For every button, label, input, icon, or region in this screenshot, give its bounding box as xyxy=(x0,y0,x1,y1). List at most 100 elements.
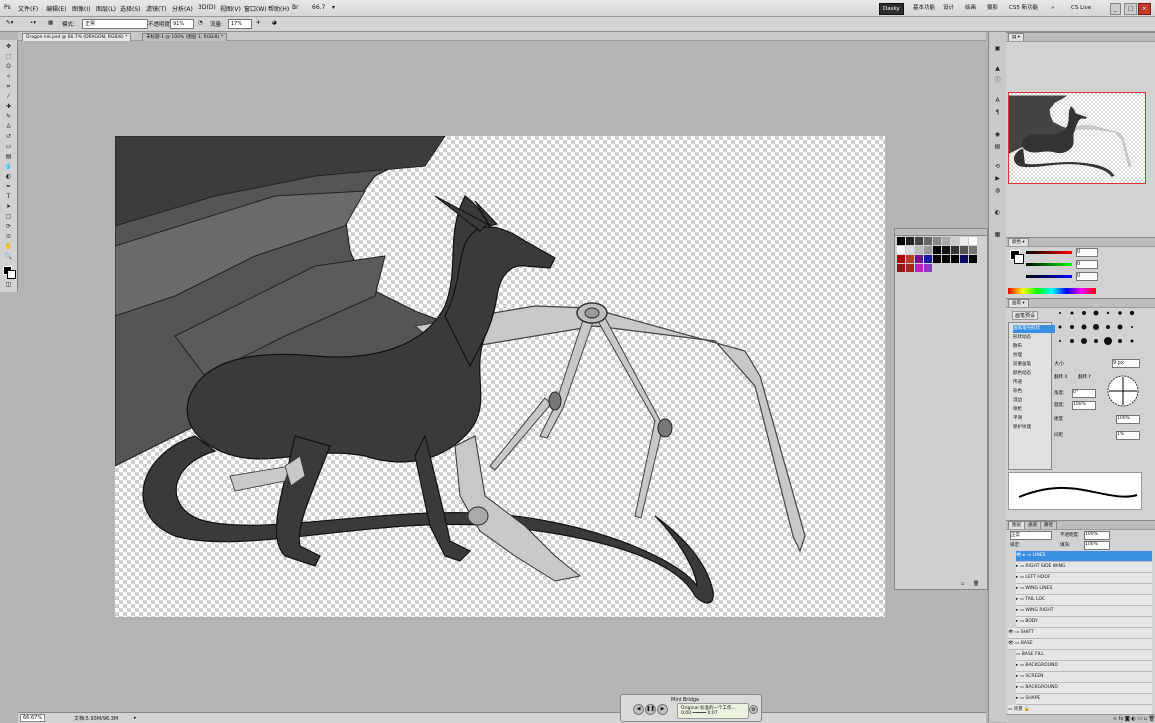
layer-group-icon[interactable]: ▸ ▭ xyxy=(1016,608,1025,613)
type-tool-icon[interactable]: T xyxy=(4,192,13,201)
link-layers-icon[interactable]: ∞ xyxy=(1113,716,1117,722)
navigator-tab[interactable]: ▤ ▾ xyxy=(1008,33,1024,41)
menu-select[interactable]: 选择(S) xyxy=(120,4,141,13)
layer-row[interactable]: ▸ ▭ LEFT HOOF xyxy=(1016,573,1152,584)
layer-opacity-value[interactable]: 100% xyxy=(1084,531,1110,540)
brush-protect-texture[interactable]: 保护纹理 xyxy=(1013,424,1055,432)
layer-row[interactable]: ▸ ▭ BACKGROUND xyxy=(1016,661,1152,672)
color-tab[interactable]: 颜色 ▾ xyxy=(1008,238,1029,246)
crop-tool-icon[interactable]: ⌗ xyxy=(4,82,13,91)
pause-icon[interactable]: ❚❚ xyxy=(645,704,656,715)
fill-value[interactable]: 100% xyxy=(1084,541,1110,550)
mode-select[interactable]: 正常 xyxy=(82,19,148,29)
layer-blend-mode-select[interactable]: 正常 xyxy=(1010,531,1052,540)
paths-tab[interactable]: 路径 xyxy=(1040,521,1057,529)
histogram-icon[interactable]: ▲ xyxy=(993,64,1002,73)
layer-visibility-icon[interactable]: 👁 ▭ xyxy=(1008,641,1021,646)
new-group-icon[interactable]: ▭ xyxy=(1137,716,1142,722)
eraser-tool-icon[interactable]: ▭ xyxy=(4,142,13,151)
history-icon[interactable]: ⟲ xyxy=(993,162,1002,171)
brush-transfer[interactable]: 传递 xyxy=(1013,379,1055,387)
brush-tip-grid[interactable] xyxy=(1054,308,1142,354)
brush-noise[interactable]: 杂色 xyxy=(1013,388,1055,396)
red-value[interactable]: 0 xyxy=(1076,248,1098,257)
paragraph-icon[interactable]: ¶ xyxy=(993,108,1002,117)
document-canvas[interactable] xyxy=(114,135,885,617)
blur-tool-icon[interactable]: 💧 xyxy=(4,162,13,171)
airbrush-icon[interactable]: ✈ xyxy=(256,20,261,26)
layer-row[interactable]: ▸ ▭ WING LINES xyxy=(1016,584,1152,595)
background-color-swatch[interactable] xyxy=(7,270,16,279)
next-icon[interactable]: ▶ xyxy=(657,704,668,715)
brush-smoothing[interactable]: 平滑 xyxy=(1013,415,1055,423)
history-brush-tool-icon[interactable]: ↺ xyxy=(4,132,13,141)
minimize-icon[interactable]: _ xyxy=(1110,3,1121,15)
navigator-panel-header[interactable]: ▤ ▾ xyxy=(1006,32,1155,42)
brush-hardness-value[interactable]: 100% xyxy=(1116,415,1140,424)
layer-group-icon[interactable]: ▸ ▭ xyxy=(1016,663,1025,668)
previous-icon[interactable]: ◀ xyxy=(633,704,644,715)
player-settings-icon[interactable]: ⚙ xyxy=(749,705,758,714)
path-select-tool-icon[interactable]: ➤ xyxy=(4,202,13,211)
layer-group-icon[interactable]: ▸ ▭ xyxy=(1016,564,1025,569)
eyedropper-tool-icon[interactable]: ⁄ xyxy=(4,92,13,101)
layers-tab[interactable]: 图层 xyxy=(1008,521,1025,529)
opacity-input[interactable]: 91% xyxy=(170,19,194,29)
blue-slider[interactable] xyxy=(1026,275,1072,278)
navigator-preview[interactable] xyxy=(1008,92,1146,184)
dodge-tool-icon[interactable]: ◐ xyxy=(4,172,13,181)
menu-filter[interactable]: 滤镜(T) xyxy=(146,4,166,13)
layer-row[interactable]: ▸ ▭ TAIL LOC xyxy=(1016,595,1152,606)
menu-analysis[interactable]: 分析(A) xyxy=(172,4,193,13)
brush-wet-edges[interactable]: 湿边 xyxy=(1013,397,1055,405)
brush-spacing-value[interactable]: 1% xyxy=(1116,431,1140,440)
navigator-icon[interactable]: ▣ xyxy=(993,44,1002,53)
menu-file[interactable]: 文件(F) xyxy=(18,4,38,13)
doc-tab-inactive[interactable]: 未标题-1 @ 100% (图层 1, RGB/8) * xyxy=(142,33,228,41)
green-slider[interactable] xyxy=(1026,263,1072,266)
menu-layer[interactable]: 图层(L) xyxy=(96,4,116,13)
menu-image[interactable]: 图像(I) xyxy=(72,4,90,13)
workspace-essentials[interactable]: 基本功能 xyxy=(910,3,938,13)
brush-size-picker[interactable]: •▾ xyxy=(30,20,36,26)
workspace-design[interactable]: 设计 xyxy=(940,3,957,13)
restore-icon[interactable]: □ xyxy=(1124,3,1138,15)
character-icon[interactable]: A xyxy=(993,96,1002,105)
adjustment-layer-icon[interactable]: ◐ xyxy=(1131,716,1135,722)
layer-row[interactable]: 👁 ▭ BASE xyxy=(1008,639,1152,650)
clone-source-icon[interactable]: ◉ xyxy=(993,130,1002,139)
tool-presets-icon[interactable]: ▤ xyxy=(993,142,1002,151)
hand-tool-icon[interactable]: ✋ xyxy=(4,242,13,251)
swatch-grid[interactable] xyxy=(897,237,985,273)
workspace-dasky[interactable]: Dasky xyxy=(879,3,904,15)
workspace-more[interactable]: » xyxy=(1048,3,1057,13)
add-mask-icon[interactable]: ◙ xyxy=(1125,716,1130,722)
brush-tab[interactable]: 画笔 ▾ xyxy=(1008,299,1029,307)
delete-layer-icon[interactable]: 🗑 xyxy=(1149,716,1155,722)
flow-input[interactable]: 17% xyxy=(228,19,252,29)
brush-scattering[interactable]: 散布 xyxy=(1013,343,1055,351)
doc-tab-active[interactable]: Dragon Ink.psd @ 66.7% (DRAGON, RGB/8) * xyxy=(22,33,132,41)
brush-presets-button[interactable]: 画笔预设 xyxy=(1012,311,1039,320)
brush-panel-toggle-icon[interactable]: ▦ xyxy=(48,20,53,26)
flip-y-checkbox[interactable]: 翻转 Y xyxy=(1078,374,1091,380)
flip-x-checkbox[interactable]: 翻转 X xyxy=(1054,374,1068,380)
brush-roundness-value[interactable]: 100% xyxy=(1072,401,1096,410)
brush-dual-brush[interactable]: 双重画笔 xyxy=(1013,361,1055,369)
layer-row[interactable]: ▸ ▭ SHAPE xyxy=(1016,694,1152,705)
workspace-painting[interactable]: 绘画 xyxy=(962,3,979,13)
brush-color-dynamics[interactable]: 颜色动态 xyxy=(1013,370,1055,378)
new-swatch-icon[interactable]: ▫ xyxy=(961,581,964,587)
brush-panel-header[interactable]: 画笔 ▾ xyxy=(1006,298,1155,308)
layer-group-icon[interactable]: ▸ ▭ xyxy=(1016,575,1025,580)
view-extras[interactable]: 66.7 xyxy=(312,4,325,11)
layer-row[interactable]: ▸ ▭ BODY xyxy=(1016,617,1152,628)
quick-select-tool-icon[interactable]: ✧ xyxy=(4,72,13,81)
brush-angle-dial[interactable] xyxy=(1106,374,1140,408)
layer-group-icon[interactable]: ▸ ▭ xyxy=(1016,597,1025,602)
view-extras-arrow[interactable]: ▾ xyxy=(332,4,335,11)
blue-value[interactable]: 0 xyxy=(1076,272,1098,281)
pressure-size-icon[interactable]: ◕ xyxy=(272,20,277,26)
new-layer-icon[interactable]: ▫ xyxy=(1144,716,1147,722)
doc-size-info[interactable]: 文档:5.93M/96.3M xyxy=(74,715,118,722)
